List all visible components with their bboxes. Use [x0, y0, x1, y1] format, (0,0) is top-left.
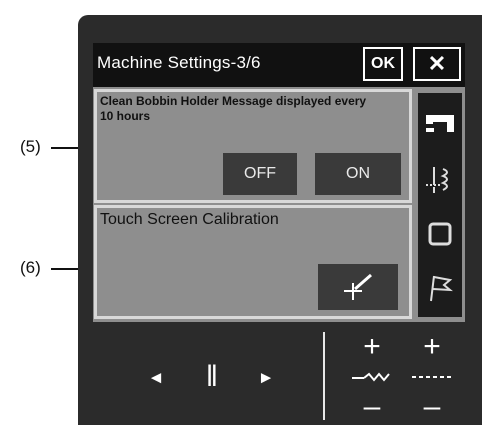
- minus-icon: –: [423, 390, 441, 423]
- tab-sewing[interactable]: [418, 97, 462, 149]
- zigzag-width-icon: [352, 372, 390, 382]
- square-frame-icon: [428, 222, 452, 246]
- plus-icon: +: [363, 330, 381, 363]
- page-title: Machine Settings-3/6: [97, 53, 261, 72]
- off-button[interactable]: OFF: [223, 153, 297, 195]
- previous-page-button[interactable]: ◄: [143, 365, 169, 391]
- flag-icon: [430, 275, 453, 302]
- calibration-button[interactable]: [318, 264, 398, 310]
- tab-embroidery[interactable]: [418, 154, 462, 206]
- next-page-button[interactable]: ►: [253, 365, 279, 391]
- embroidery-icon: [426, 167, 448, 193]
- dashed-length-icon: [412, 376, 454, 378]
- tab-flag[interactable]: [418, 262, 462, 314]
- close-icon: ✕: [427, 51, 447, 76]
- minus-icon: –: [363, 390, 381, 423]
- sewing-machine-icon: [426, 115, 454, 132]
- close-button[interactable]: ✕: [413, 47, 461, 81]
- ok-button[interactable]: OK: [363, 47, 403, 81]
- calibration-label: Touch Screen Calibration: [100, 211, 279, 228]
- right-arrow-icon: ►: [257, 368, 275, 387]
- width-decrease-button[interactable]: –: [358, 390, 386, 423]
- calibration-crosshair-icon: [344, 273, 372, 300]
- plus-icon: +: [423, 330, 441, 363]
- length-increase-button[interactable]: +: [418, 330, 446, 363]
- tab-frame[interactable]: [418, 208, 462, 260]
- pause-button[interactable]: ‖: [201, 358, 223, 396]
- callout-5: (5): [20, 137, 41, 156]
- bobbin-message-label: Clean Bobbin Holder Message displayed ev…: [100, 94, 367, 123]
- callout-6: (6): [20, 258, 41, 277]
- pause-icon: ‖: [205, 360, 219, 393]
- length-decrease-button[interactable]: –: [418, 390, 446, 423]
- width-increase-button[interactable]: +: [358, 330, 386, 363]
- left-arrow-icon: ◄: [147, 368, 165, 387]
- control-divider: [323, 332, 325, 420]
- on-button[interactable]: ON: [315, 153, 401, 195]
- stitch-width-indicator: [348, 365, 396, 389]
- stitch-length-indicator: [408, 365, 458, 389]
